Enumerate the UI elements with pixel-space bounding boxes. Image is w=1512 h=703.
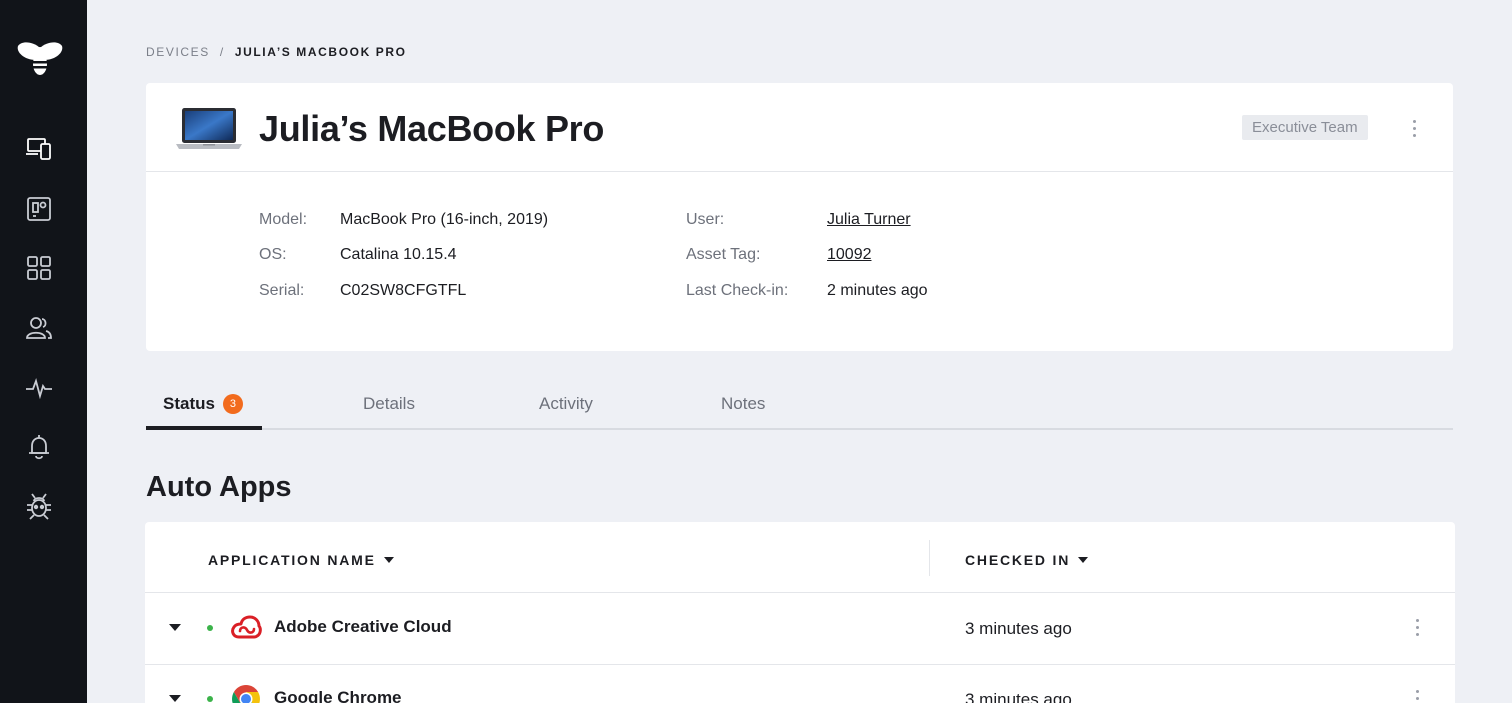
breadcrumb-current: JULIA’S MACBOOK PRO	[234, 45, 407, 59]
status-dot	[207, 696, 213, 702]
column-header-application-name-label: APPLICATION NAME	[208, 552, 376, 568]
asset-tag-link[interactable]: 10092	[827, 246, 872, 264]
active-tab-indicator	[146, 426, 262, 430]
tab-activity-label: Activity	[539, 394, 593, 413]
tab-notes-label: Notes	[721, 394, 766, 413]
serial-value: C02SW8CFGTFL	[340, 282, 467, 299]
team-badge[interactable]: Executive Team	[1242, 115, 1368, 140]
table-row[interactable]: Adobe Creative Cloud 3 minutes ago	[145, 593, 1455, 664]
model-label: Model:	[259, 211, 308, 228]
library-icon[interactable]	[22, 251, 56, 285]
os-value: Catalina 10.15.4	[340, 246, 457, 263]
breadcrumb-separator: /	[219, 45, 225, 59]
device-tabs: Status 3 Details Activity Notes	[146, 382, 1453, 430]
tab-status-label: Status	[163, 394, 215, 413]
serial-label: Serial:	[259, 282, 305, 299]
expand-row-icon[interactable]	[169, 695, 181, 702]
row-more-menu-icon[interactable]	[1407, 686, 1427, 703]
breadcrumb: DEVICES / JULIA’S MACBOOK PRO	[146, 45, 407, 59]
expand-row-icon[interactable]	[169, 624, 181, 631]
activity-icon[interactable]	[22, 371, 56, 405]
device-card-header: Julia’s MacBook Pro Executive Team	[146, 83, 1453, 172]
sort-caret-icon	[383, 557, 394, 563]
column-divider	[929, 540, 930, 576]
devices-icon[interactable]	[22, 132, 56, 166]
row-more-menu-icon[interactable]	[1407, 615, 1427, 639]
device-card: Julia’s MacBook Pro Executive Team Model…	[146, 83, 1453, 351]
status-count-badge: 3	[222, 394, 243, 414]
apps-table: APPLICATION NAME CHECKED IN Adobe Creati…	[145, 522, 1455, 703]
last-checkin-value: 2 minutes ago	[827, 282, 928, 299]
adobe-cc-icon	[230, 612, 262, 644]
tab-status[interactable]: Status 3	[163, 394, 243, 414]
app-name: Adobe Creative Cloud	[274, 617, 452, 636]
users-icon[interactable]	[22, 311, 56, 345]
bee-logo-icon[interactable]	[16, 40, 64, 80]
os-label: OS:	[259, 246, 287, 263]
sidebar	[0, 0, 87, 703]
column-header-application-name[interactable]: APPLICATION NAME	[208, 552, 394, 568]
asset-tag-label: Asset Tag:	[686, 246, 761, 263]
section-title: Auto Apps	[146, 471, 292, 503]
chrome-icon	[230, 683, 262, 703]
device-title: Julia’s MacBook Pro	[259, 108, 605, 149]
tab-details-label: Details	[363, 394, 415, 413]
checked-in-time: 3 minutes ago	[965, 690, 1072, 703]
blueprints-icon[interactable]	[22, 192, 56, 226]
status-dot	[207, 625, 213, 631]
user-label: User:	[686, 211, 725, 228]
app-name: Google Chrome	[274, 688, 402, 703]
breadcrumb-devices-link[interactable]: DEVICES	[146, 45, 210, 59]
table-row[interactable]: Google Chrome 3 minutes ago	[145, 664, 1455, 703]
column-header-checked-in-label: CHECKED IN	[965, 552, 1071, 568]
user-link[interactable]: Julia Turner	[827, 211, 911, 229]
tab-details[interactable]: Details	[363, 394, 415, 414]
checked-in-time: 3 minutes ago	[965, 619, 1072, 638]
device-more-menu-icon[interactable]	[1404, 116, 1424, 140]
sort-caret-icon	[1078, 557, 1089, 563]
alerts-icon[interactable]	[22, 430, 56, 464]
model-value: MacBook Pro (16-inch, 2019)	[340, 211, 549, 228]
column-header-checked-in[interactable]: CHECKED IN	[965, 552, 1089, 568]
last-checkin-label: Last Check-in:	[686, 282, 789, 299]
laptop-icon	[176, 107, 242, 151]
tab-activity[interactable]: Activity	[539, 394, 593, 414]
threats-icon[interactable]	[22, 489, 56, 523]
tab-notes[interactable]: Notes	[721, 394, 765, 414]
